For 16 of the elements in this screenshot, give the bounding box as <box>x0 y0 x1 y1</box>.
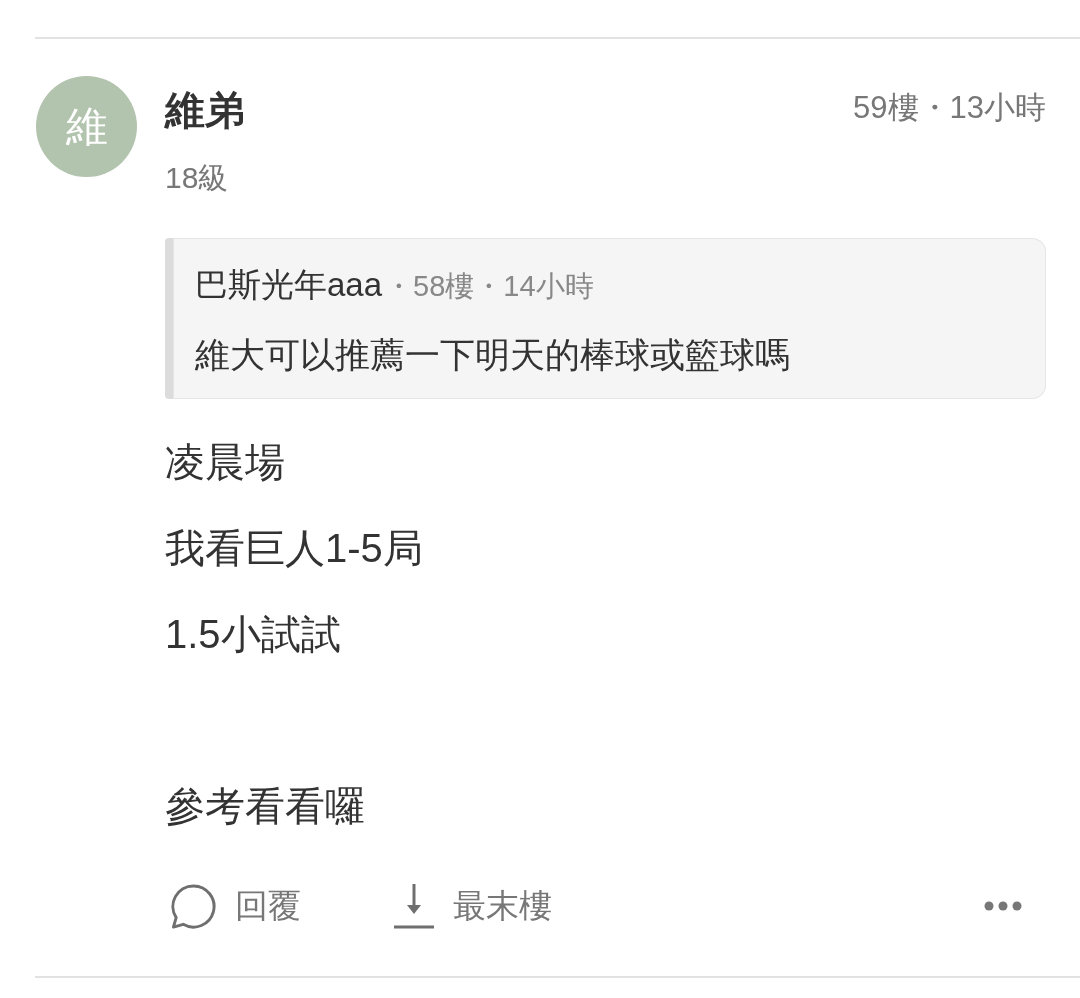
quote-meta: ・58樓・14小時 <box>384 269 594 304</box>
last-floor-button[interactable]: 最末樓 <box>393 883 552 929</box>
post-text-line: 參考看看囉 <box>165 783 365 830</box>
speech-bubble-icon <box>170 882 217 930</box>
quote-author: 巴斯光年aaa <box>195 265 383 305</box>
post-text-line: 我看巨人1-5局 <box>165 525 423 572</box>
quoted-reply[interactable]: 巴斯光年aaa・58樓・14小時 維大可以推薦一下明天的棒球或籃球嗎 <box>165 238 1046 399</box>
post-text-line: 1.5小試試 <box>165 611 341 658</box>
post-meta: 59樓・13小時 <box>853 89 1046 127</box>
more-icon[interactable] <box>984 901 1022 911</box>
download-arrow-icon <box>393 883 435 929</box>
post-text-line: 凌晨場 <box>165 439 285 486</box>
author-name[interactable]: 維弟 <box>165 82 245 138</box>
user-rank: 18級 <box>165 160 229 196</box>
quote-text: 維大可以推薦一下明天的棒球或籃球嗎 <box>195 334 791 376</box>
reply-button[interactable]: 回覆 <box>170 882 301 930</box>
